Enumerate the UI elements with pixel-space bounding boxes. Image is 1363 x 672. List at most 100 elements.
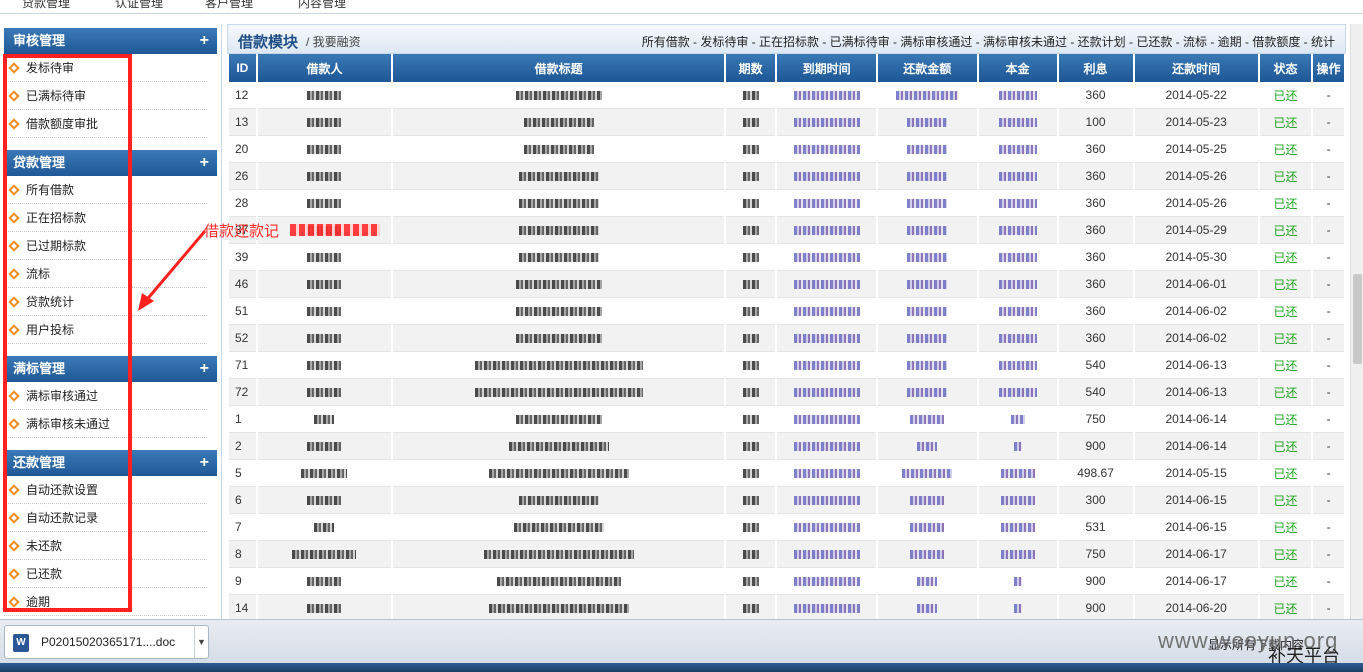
sidebar-item[interactable]: 满标审核通过 <box>4 382 207 410</box>
table-row[interactable]: 46 360 2014-06-01 已还 - <box>229 271 1344 298</box>
column-header[interactable]: 还款金额 <box>877 54 977 82</box>
top-nav-item[interactable]: 客户管理 <box>205 0 253 11</box>
cell-action[interactable]: - <box>1313 379 1344 406</box>
column-header[interactable]: 利息 <box>1058 54 1133 82</box>
expand-plus-icon[interactable]: + <box>200 150 209 176</box>
table-row[interactable]: 9 900 2014-06-17 已还 - <box>229 568 1344 595</box>
column-header[interactable]: 还款时间 <box>1134 54 1258 82</box>
cell-action[interactable]: - <box>1313 487 1344 514</box>
sidebar-item[interactable]: 满标审核未通过 <box>4 410 207 438</box>
cell-repay-date: 2014-06-14 <box>1134 433 1258 460</box>
table-row[interactable]: 52 360 2014-06-02 已还 - <box>229 325 1344 352</box>
cell-periods <box>725 325 776 352</box>
cell-action[interactable]: - <box>1313 109 1344 136</box>
chevron-down-icon[interactable]: ▼ <box>194 626 208 658</box>
table-row[interactable]: 12 360 2014-05-22 已还 - <box>229 82 1344 109</box>
cell-action[interactable]: - <box>1313 595 1344 619</box>
sidebar-item[interactable]: 自动还款设置 <box>4 476 207 504</box>
table-row[interactable]: 39 360 2014-05-30 已还 - <box>229 244 1344 271</box>
module-links[interactable]: 所有借款 - 发标待审 - 正在招标款 - 已满标待审 - 满标审核通过 - 满… <box>642 33 1335 50</box>
cell-interest: 360 <box>1058 325 1133 352</box>
vertical-scrollbar[interactable] <box>1350 24 1363 619</box>
cell-status: 已还 <box>1259 433 1312 460</box>
cell-due-date <box>777 568 876 595</box>
table-row[interactable]: 1 750 2014-06-14 已还 - <box>229 406 1344 433</box>
top-nav-item[interactable]: 贷款管理 <box>22 0 70 11</box>
scrollbar-thumb[interactable] <box>1353 274 1362 364</box>
table-row[interactable]: 7 531 2014-06-15 已还 - <box>229 514 1344 541</box>
cell-borrower <box>257 136 392 163</box>
sidebar-item[interactable]: 自动还款记录 <box>4 504 207 532</box>
table-row[interactable]: 51 360 2014-06-02 已还 - <box>229 298 1344 325</box>
sidebar-item[interactable]: 借款额度审批 <box>4 110 207 138</box>
download-item[interactable]: W P02015020365171....doc ▼ <box>4 625 209 659</box>
cell-action[interactable]: - <box>1313 568 1344 595</box>
sidebar-group-header[interactable]: 还款管理 + <box>4 450 217 476</box>
redacted-value <box>902 469 953 479</box>
cell-action[interactable]: - <box>1313 325 1344 352</box>
cell-action[interactable]: - <box>1313 82 1344 109</box>
redacted-value <box>307 280 342 290</box>
expand-plus-icon[interactable]: + <box>200 28 209 54</box>
table-row[interactable]: 72 540 2014-06-13 已还 - <box>229 379 1344 406</box>
column-header[interactable]: 期数 <box>725 54 776 82</box>
table-row[interactable]: 5 498.67 2014-05-15 已还 - <box>229 460 1344 487</box>
top-nav-item[interactable]: 认证管理 <box>115 0 163 11</box>
sidebar-item[interactable]: 用户投标 <box>4 316 207 344</box>
table-row[interactable]: 28 360 2014-05-26 已还 - <box>229 190 1344 217</box>
table-row[interactable]: 20 360 2014-05-25 已还 - <box>229 136 1344 163</box>
cell-action[interactable]: - <box>1313 190 1344 217</box>
table-row[interactable]: 14 900 2014-06-20 已还 - <box>229 595 1344 619</box>
table-row[interactable]: 8 750 2014-06-17 已还 - <box>229 541 1344 568</box>
table-row[interactable]: 37 360 2014-05-29 已还 - <box>229 217 1344 244</box>
cell-action[interactable]: - <box>1313 541 1344 568</box>
cell-loan-title <box>393 325 724 352</box>
cell-action[interactable]: - <box>1313 460 1344 487</box>
cell-interest: 531 <box>1058 514 1133 541</box>
diamond-bullet-icon <box>8 390 20 402</box>
column-header[interactable]: ID <box>229 54 256 82</box>
sidebar-item[interactable]: 逾期 <box>4 588 207 616</box>
cell-action[interactable]: - <box>1313 433 1344 460</box>
cell-action[interactable]: - <box>1313 217 1344 244</box>
sidebar-item[interactable]: 所有借款 <box>4 176 207 204</box>
redacted-value <box>907 361 948 371</box>
column-header[interactable]: 借款人 <box>257 54 392 82</box>
cell-action[interactable]: - <box>1313 514 1344 541</box>
redacted-value <box>793 91 860 101</box>
column-header[interactable]: 状态 <box>1259 54 1312 82</box>
table-row[interactable]: 2 900 2014-06-14 已还 - <box>229 433 1344 460</box>
cell-id: 28 <box>229 190 256 217</box>
cell-action[interactable]: - <box>1313 271 1344 298</box>
cell-action[interactable]: - <box>1313 298 1344 325</box>
sidebar-group-header[interactable]: 审核管理 + <box>4 28 217 54</box>
sidebar-item-label: 未还款 <box>26 539 63 553</box>
sidebar-item[interactable]: 已满标待审 <box>4 82 207 110</box>
column-header[interactable]: 借款标题 <box>393 54 724 82</box>
table-row[interactable]: 13 100 2014-05-23 已还 - <box>229 109 1344 136</box>
cell-action[interactable]: - <box>1313 163 1344 190</box>
sidebar-item[interactable]: 发标待审 <box>4 54 207 82</box>
cell-principal <box>978 352 1057 379</box>
table-row[interactable]: 6 300 2014-06-15 已还 - <box>229 487 1344 514</box>
cell-repay-amount <box>877 109 977 136</box>
cell-action[interactable]: - <box>1313 352 1344 379</box>
sidebar-group-header[interactable]: 满标管理 + <box>4 356 217 382</box>
top-nav-item[interactable]: 内容管理 <box>298 0 346 11</box>
expand-plus-icon[interactable]: + <box>200 450 209 476</box>
sidebar-item[interactable]: 未还款 <box>4 532 207 560</box>
table-row[interactable]: 71 540 2014-06-13 已还 - <box>229 352 1344 379</box>
redacted-value <box>793 253 860 263</box>
cell-action[interactable]: - <box>1313 136 1344 163</box>
expand-plus-icon[interactable]: + <box>200 356 209 382</box>
cell-due-date <box>777 352 876 379</box>
redacted-value <box>793 118 860 128</box>
column-header[interactable]: 本金 <box>978 54 1057 82</box>
cell-action[interactable]: - <box>1313 244 1344 271</box>
table-row[interactable]: 26 360 2014-05-26 已还 - <box>229 163 1344 190</box>
column-header[interactable]: 到期时间 <box>777 54 876 82</box>
sidebar-item[interactable]: 已还款 <box>4 560 207 588</box>
column-header[interactable]: 操作 <box>1313 54 1344 82</box>
sidebar-group-header[interactable]: 贷款管理 + <box>4 150 217 176</box>
cell-action[interactable]: - <box>1313 406 1344 433</box>
